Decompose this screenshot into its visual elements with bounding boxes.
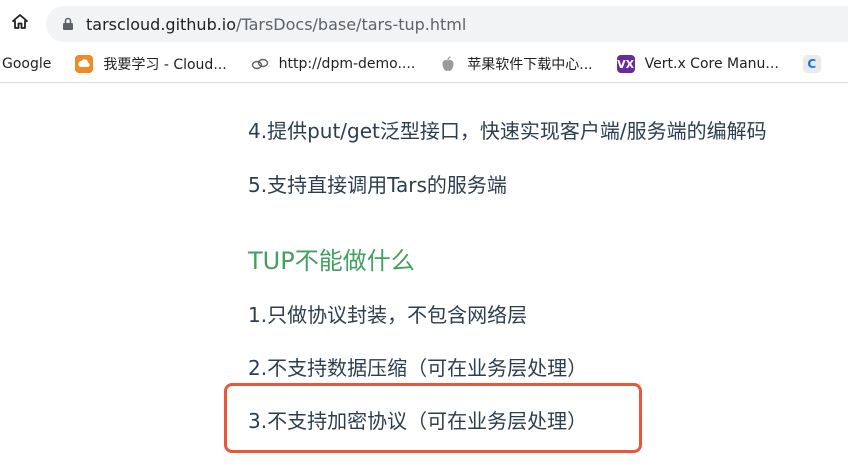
bookmark-google[interactable]: Google (2, 50, 51, 78)
bookmark-c[interactable]: C (802, 50, 831, 78)
url-host: tarscloud.github.io (86, 14, 237, 34)
bookmark-cloud[interactable]: 我要学习 - Cloud... (75, 50, 227, 78)
limitation-item-2: 2.不支持数据压缩（可在业务层处理） (248, 356, 588, 380)
lock-icon (60, 16, 76, 32)
bookmarks-bar: Google 我要学习 - Cloud... http://dpm-demo..… (0, 46, 848, 83)
apple-icon (439, 55, 457, 73)
home-button[interactable] (6, 10, 34, 38)
bookmark-label: http://dpm-demo.... (278, 56, 416, 72)
url-text: tarscloud.github.io/TarsDocs/base/tars-t… (86, 15, 466, 34)
vertx-icon: VX (616, 55, 635, 73)
c-icon: C (802, 55, 821, 73)
bookmark-label: 苹果软件下载中心... (467, 57, 593, 73)
feature-item-4: 4.提供put/get泛型接口，快速实现客户端/服务端的编解码 (248, 119, 767, 143)
link-icon (251, 55, 269, 73)
bookmark-label: 我要学习 - Cloud... (103, 57, 227, 73)
cloud-icon (75, 55, 94, 73)
browser-toolbar: tarscloud.github.io/TarsDocs/base/tars-t… (0, 0, 848, 46)
bookmark-label: Vert.x Core Manu... (644, 56, 779, 72)
bookmark-apple-download[interactable]: 苹果软件下载中心... (439, 50, 593, 78)
bookmark-dpm-demo[interactable]: http://dpm-demo.... (251, 50, 416, 78)
url-path: /TarsDocs/base/tars-tup.html (236, 14, 467, 34)
limitation-item-3: 3.不支持加密协议（可在业务层处理） (248, 409, 588, 433)
feature-item-5: 5.支持直接调用Tars的服务端 (248, 173, 507, 197)
home-icon (11, 13, 29, 35)
limitation-item-1: 1.只做协议封装，不包含网络层 (248, 303, 528, 327)
doc-content: 4.提供put/get泛型接口，快速实现客户端/服务端的编解码 5.支持直接调用… (0, 83, 848, 473)
bookmark-label: Google (2, 56, 52, 72)
bookmark-vertx[interactable]: VX Vert.x Core Manu... (616, 50, 779, 78)
address-bar[interactable]: tarscloud.github.io/TarsDocs/base/tars-t… (46, 6, 848, 42)
section-heading: TUP不能做什么 (248, 247, 415, 275)
